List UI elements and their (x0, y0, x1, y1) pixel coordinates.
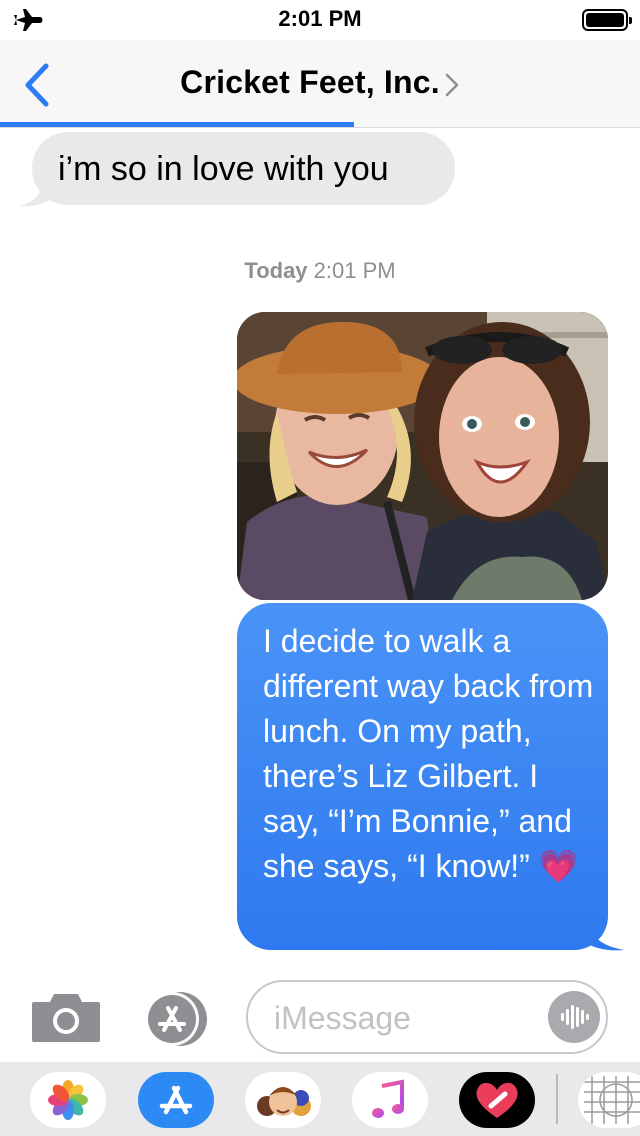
imessage-input[interactable]: iMessage (246, 980, 608, 1054)
outgoing-message-bubble[interactable]: I decide to walk a different way back fr… (237, 603, 608, 950)
memoji-icon[interactable] (245, 1072, 321, 1128)
send-progress-bar (0, 122, 354, 127)
digital-touch-icon[interactable] (459, 1072, 535, 1128)
app-drawer (0, 1062, 640, 1136)
incoming-message-bubble[interactable]: i’m so in love with you (32, 132, 455, 205)
contact-name-button[interactable]: Cricket Feet, Inc. (0, 64, 640, 101)
status-time: 2:01 PM (278, 6, 362, 31)
heart-emoji: 💗 (538, 848, 579, 884)
outgoing-message-text: I decide to walk a different way back fr… (263, 623, 594, 884)
battery-icon (582, 9, 632, 31)
imessage-placeholder: iMessage (274, 1000, 411, 1036)
drawer-divider (556, 1074, 558, 1124)
camera-icon[interactable] (30, 992, 102, 1044)
timestamp-day: Today (244, 258, 308, 283)
timestamp-time: 2:01 PM (313, 258, 396, 283)
selfie-photo-image (237, 312, 608, 600)
waveform-icon[interactable] (548, 991, 600, 1043)
app-store-drawer-icon[interactable] (138, 1072, 214, 1128)
message-timestamp: Today 2:01 PM (0, 258, 640, 284)
music-icon[interactable] (352, 1072, 428, 1128)
contact-name: Cricket Feet, Inc. (180, 64, 440, 100)
chevron-right-icon (445, 73, 459, 96)
grid-app-icon[interactable] (578, 1072, 640, 1128)
photos-icon[interactable] (30, 1072, 106, 1128)
app-store-icon[interactable] (138, 990, 214, 1048)
incoming-message-text: i’m so in love with you (58, 150, 389, 188)
conversation-header: Cricket Feet, Inc. (0, 40, 640, 128)
outgoing-photo[interactable] (237, 312, 608, 600)
status-bar: 2:01 PM (0, 0, 640, 40)
